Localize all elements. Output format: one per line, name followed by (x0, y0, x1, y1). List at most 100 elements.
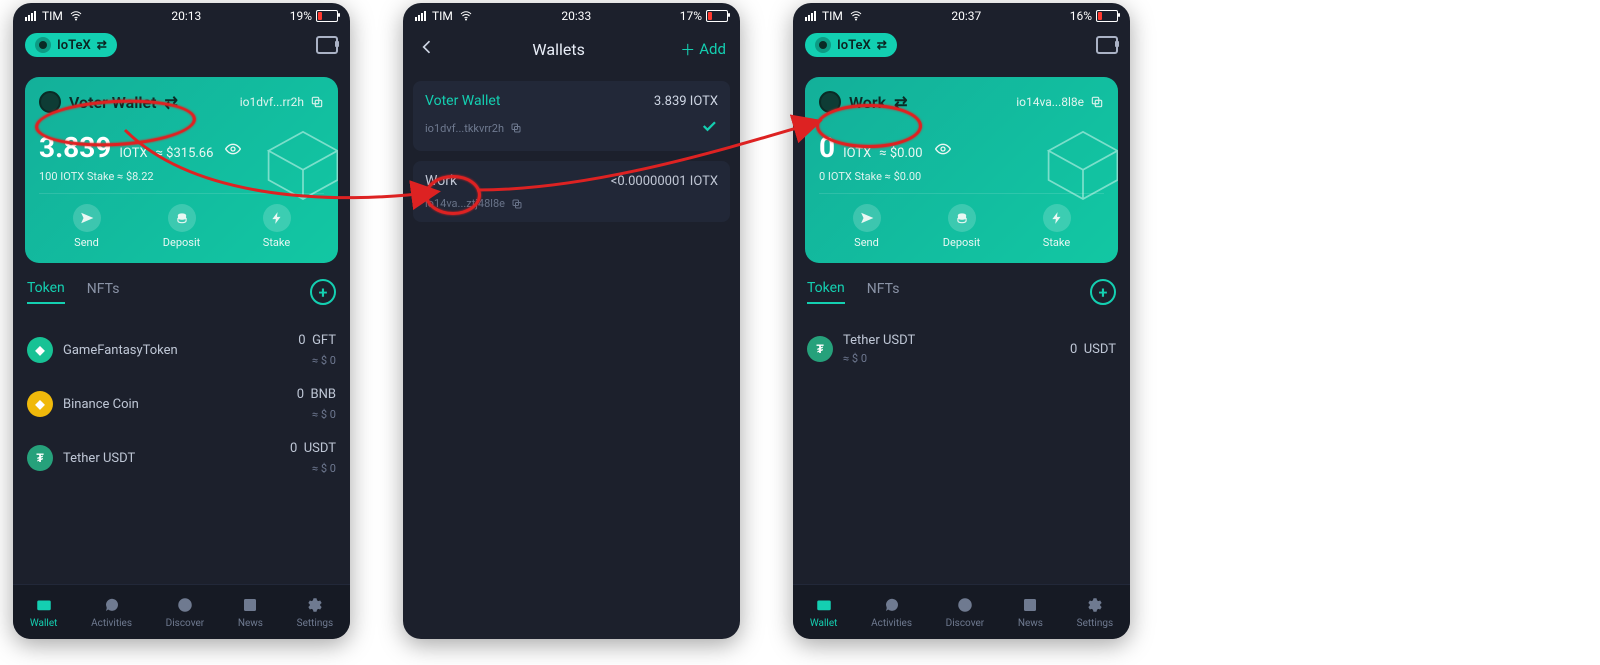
token-amount: 0 (1070, 342, 1077, 357)
wallet-item-address[interactable]: io1dvf...tkkvrr2h (425, 122, 522, 135)
wallet-item-name: Work (425, 173, 457, 189)
battery-percent: 16% (1070, 9, 1092, 23)
battery-percent: 17% (680, 9, 702, 23)
tab-nfts[interactable]: NFTs (87, 281, 120, 303)
battery-percent: 19% (290, 9, 312, 23)
deposit-label: Deposit (943, 236, 980, 249)
status-time: 20:13 (171, 9, 201, 23)
wallet-item[interactable]: Work <0.00000001 IOTX io14va...ztj48l8e (413, 161, 730, 222)
wallet-name-label: Voter Wallet (69, 93, 156, 112)
add-token-button[interactable]: + (1090, 279, 1116, 305)
nav-settings-label: Settings (1077, 618, 1114, 629)
nav-activities[interactable]: Activities (91, 596, 132, 629)
add-token-button[interactable]: + (310, 279, 336, 305)
send-icon (853, 204, 881, 232)
token-fiat: ≈ $ 0 (312, 408, 336, 421)
balance-amount: 3.839 (39, 131, 111, 164)
nav-settings[interactable]: Settings (297, 596, 334, 629)
add-label: Add (699, 40, 726, 58)
phone-3: TIM 20:37 16% IoTeX ⇄ Work ⇄ io (793, 3, 1130, 639)
token-list: ◆ GameFantasyToken 0 GFT ≈ $ 0 ◆ Binance… (27, 323, 336, 485)
eye-icon[interactable] (225, 141, 241, 157)
network-chip[interactable]: IoTeX ⇄ (25, 33, 117, 57)
send-label: Send (74, 236, 99, 249)
wallet-address[interactable]: io1dvf...rr2h (240, 95, 324, 109)
status-bar: TIM 20:13 19% (13, 3, 350, 27)
nav-wallet-label: Wallet (810, 618, 838, 629)
nav-activities-label: Activities (91, 618, 132, 629)
deposit-button[interactable]: Deposit (914, 194, 1009, 259)
nav-activities[interactable]: Activities (871, 596, 912, 629)
status-bar: TIM 20:37 16% (793, 3, 1130, 27)
wallet-address-text: io14va...8l8e (1016, 95, 1084, 109)
wallet-item[interactable]: Voter Wallet 3.839 IOTX io1dvf...tkkvrr2… (413, 81, 730, 151)
token-amount: 0 (297, 387, 304, 402)
token-name: Tether USDT (63, 451, 135, 466)
wifi-icon (69, 10, 83, 22)
tab-nfts[interactable]: NFTs (867, 281, 900, 303)
nav-discover[interactable]: Discover (946, 596, 985, 629)
token-fiat: ≈ $ 0 (312, 354, 336, 367)
network-chip[interactable]: IoTeX ⇄ (805, 33, 897, 57)
copy-icon (510, 122, 522, 134)
copy-icon[interactable] (310, 95, 324, 109)
nav-settings[interactable]: Settings (1077, 596, 1114, 629)
nav-wallet[interactable]: Wallet (30, 596, 58, 629)
battery-indicator: 16% (1070, 9, 1118, 23)
token-symbol: BNB (311, 387, 336, 402)
send-label: Send (854, 236, 879, 249)
nav-wallet[interactable]: Wallet (810, 596, 838, 629)
copy-icon[interactable] (1090, 95, 1104, 109)
wallet-name-label: Work (849, 93, 886, 112)
wallets-header: Wallets ＋Add (403, 27, 740, 71)
status-time: 20:37 (951, 9, 981, 23)
status-time: 20:33 (561, 9, 591, 23)
network-label: IoTeX (57, 38, 91, 53)
eye-icon[interactable] (935, 141, 951, 157)
add-wallet-button[interactable]: ＋Add (680, 39, 726, 60)
token-fiat: ≈ $ 0 (312, 462, 336, 475)
nav-activities-label: Activities (871, 618, 912, 629)
wallet-name-button[interactable]: Work ⇄ (819, 91, 907, 113)
token-symbol: GFT (312, 333, 336, 348)
token-row[interactable]: ₮ Tether USDT ≈ $ 0 0 USDT (807, 323, 1116, 375)
deposit-button[interactable]: Deposit (134, 194, 229, 259)
carrier-label: TIM (822, 9, 843, 23)
deposit-icon (168, 204, 196, 232)
swap-icon: ⇄ (894, 93, 907, 112)
wallet-manager-icon[interactable] (316, 36, 338, 54)
wallet-item-address[interactable]: io14va...ztj48l8e (425, 197, 523, 210)
balance-unit: IOTX (119, 146, 147, 161)
check-icon (700, 117, 718, 139)
token-name: GameFantasyToken (63, 343, 178, 358)
swap-icon: ⇄ (97, 38, 107, 52)
wallet-address[interactable]: io14va...8l8e (1016, 95, 1104, 109)
wallet-coin-icon (819, 91, 841, 113)
token-row[interactable]: ₮ Tether USDT 0 USDT ≈ $ 0 (27, 431, 336, 485)
balance-amount: 0 (819, 131, 835, 164)
token-icon: ◆ (27, 337, 53, 363)
wallet-item-amount: 3.839 IOTX (654, 94, 718, 109)
nav-news[interactable]: News (238, 596, 263, 629)
wallet-manager-icon[interactable] (1096, 36, 1118, 54)
battery-indicator: 17% (680, 9, 728, 23)
nav-news[interactable]: News (1018, 596, 1043, 629)
balance-card: Voter Wallet ⇄ io1dvf...rr2h 3.839 IOTX … (25, 77, 338, 263)
swap-icon: ⇄ (877, 38, 887, 52)
token-row[interactable]: ◆ GameFantasyToken 0 GFT ≈ $ 0 (27, 323, 336, 377)
nav-discover[interactable]: Discover (166, 596, 205, 629)
wifi-icon (459, 10, 473, 22)
app-header: IoTeX ⇄ (13, 27, 350, 67)
tab-token[interactable]: Token (27, 280, 65, 304)
wallet-item-address-text: io14va...ztj48l8e (425, 197, 505, 210)
balance-fiat: ≈ $315.66 (156, 146, 214, 161)
carrier-label: TIM (432, 9, 453, 23)
send-button[interactable]: Send (39, 194, 134, 259)
tab-token[interactable]: Token (807, 280, 845, 304)
send-button[interactable]: Send (819, 194, 914, 259)
back-button[interactable] (417, 37, 437, 61)
token-row[interactable]: ◆ Binance Coin 0 BNB ≈ $ 0 (27, 377, 336, 431)
wallet-name-button[interactable]: Voter Wallet ⇄ (39, 91, 178, 113)
token-amount: 0 (290, 441, 297, 456)
balance-card: Work ⇄ io14va...8l8e 0 IOTX ≈ $0.00 0 IO… (805, 77, 1118, 263)
